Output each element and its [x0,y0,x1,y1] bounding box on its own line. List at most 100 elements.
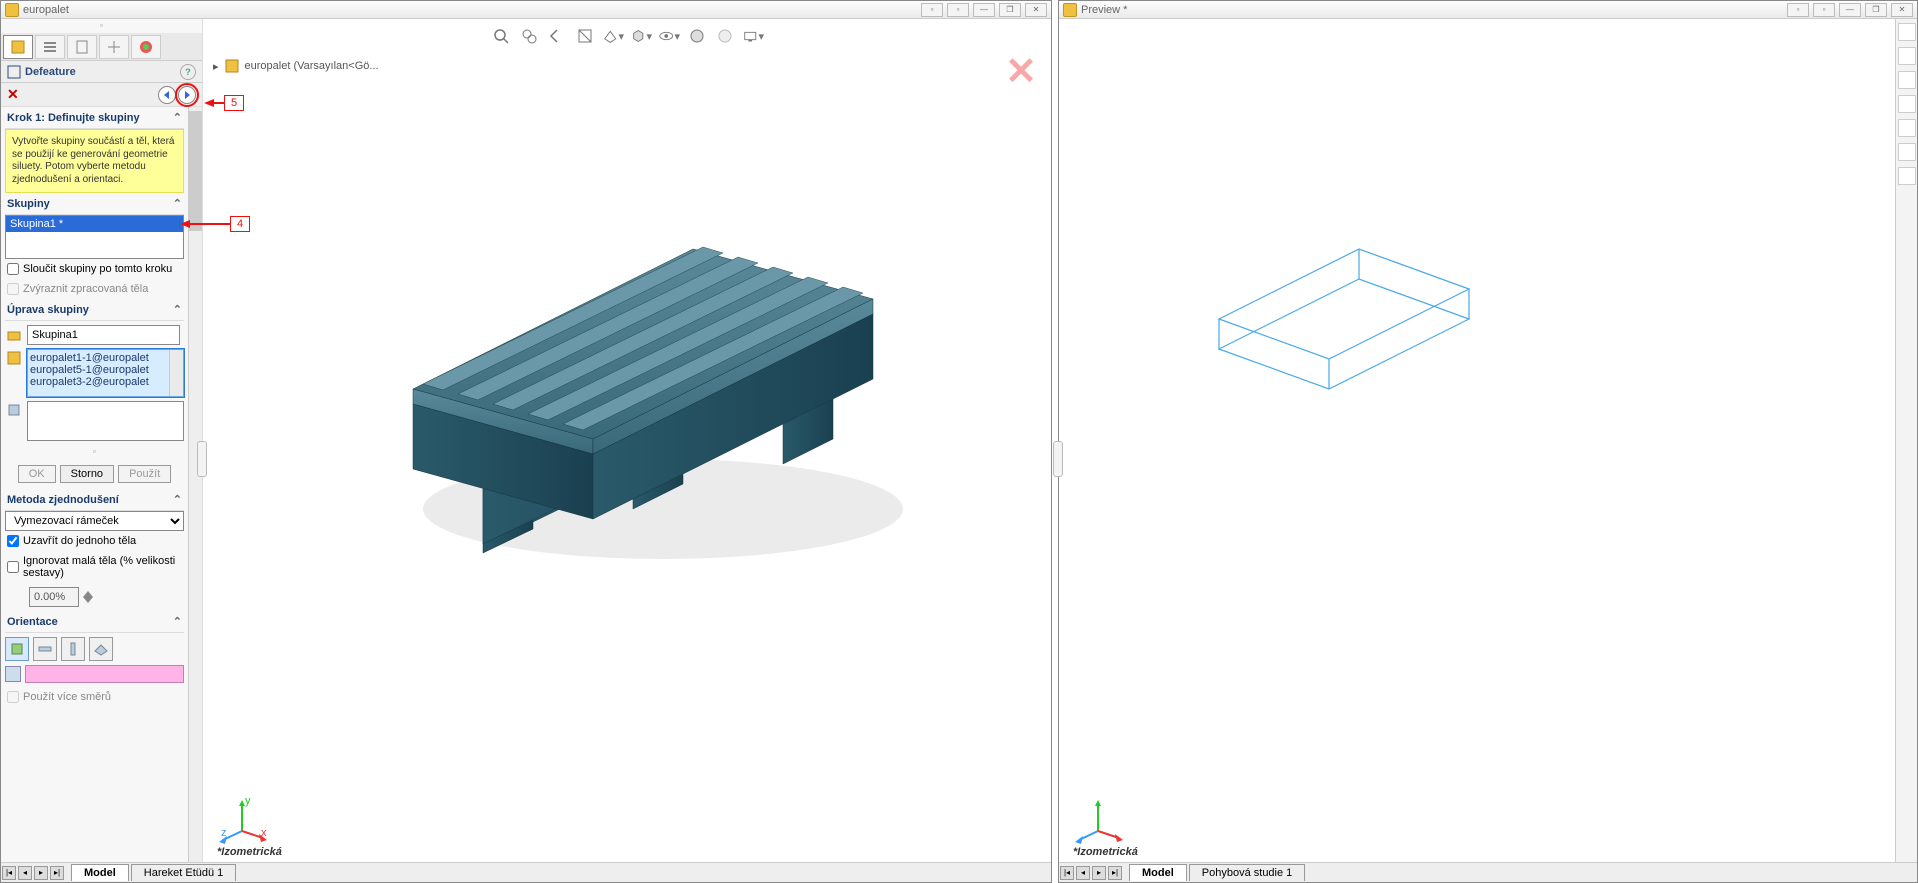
percent-spinner[interactable] [83,591,93,603]
tab-first-button[interactable]: |◂ [2,866,16,880]
main-titlebar: europalet ▫ ▫ — ❐ ✕ [1,1,1051,19]
tab-appearance[interactable] [131,35,161,59]
tab-dim[interactable] [99,35,129,59]
next-step-button[interactable] [178,86,196,104]
tab-next-button[interactable]: ▸ [34,866,48,880]
help-button[interactable]: ? [180,64,196,80]
collapse-icon: ⌃ [173,111,182,124]
highlight-bodies-checkbox [7,283,19,295]
ignore-small-checkbox[interactable] [7,561,19,573]
breadcrumb-text: europalet (Varsayılan<Gö... [245,60,379,72]
orient-x-button[interactable] [33,637,57,661]
close-button[interactable]: ✕ [1025,3,1047,17]
prev-view-icon[interactable] [546,25,568,47]
merge-groups-row[interactable]: Sloučit skupiny po tomto kroku [5,259,184,279]
percent-input[interactable] [29,587,79,607]
groups-header[interactable]: Skupiny ⌃ [5,193,184,215]
bodies-list[interactable] [27,401,184,441]
svg-text:x: x [261,827,267,839]
home-icon[interactable] [1898,23,1916,41]
edit-appearance-icon[interactable] [686,25,708,47]
control-row: ✕ [1,83,202,107]
preview-titlebar: Preview * ▫ ▫ — ❐ ✕ [1059,1,1917,19]
zoom-area-icon[interactable] [518,25,540,47]
step1-header[interactable]: Krok 1: Definujte skupiny ⌃ [5,107,184,129]
method-select[interactable]: Vymezovací rámeček [5,511,184,531]
close-one-body-row[interactable]: Uzavřít do jednoho těla [5,531,184,551]
tab-next-button[interactable]: ▸ [1092,866,1106,880]
tab-last-button[interactable]: ▸| [50,866,64,880]
apply-scene-icon[interactable] [714,25,736,47]
prev-step-button[interactable] [158,86,176,104]
breadcrumb[interactable]: ▸ europalet (Varsayılan<Gö... [213,59,379,73]
ignore-small-row[interactable]: Ignorovat malá těla (% velikosti sestavy… [5,551,184,583]
tab-last-button[interactable]: ▸| [1108,866,1122,880]
tab-model[interactable]: Model [71,864,129,881]
tab-feature-manager[interactable] [3,35,33,59]
tab-property-list[interactable] [35,35,65,59]
main-3d-view[interactable]: ▾ ▾ ▾ ▾ ▸ europalet (Varsayılan<Gö... ✕ [203,19,1051,862]
tab-prev-button[interactable]: ◂ [18,866,32,880]
collapse-icon: ⌃ [173,493,182,506]
components-list[interactable]: europalet1-1@europalet europalet5-1@euro… [27,349,184,397]
appearances-icon[interactable] [1898,119,1916,137]
maximize-button[interactable]: ❐ [1865,3,1887,17]
forum-icon[interactable] [1898,167,1916,185]
orient-auto-button[interactable] [5,637,29,661]
panel-grabber[interactable] [1053,441,1063,477]
main-window: europalet ▫ ▫ — ❐ ✕ ◦ [0,0,1052,883]
tab-motion-study[interactable]: Pohybová studie 1 [1189,864,1306,881]
groupedit-header[interactable]: Úprava skupiny ⌃ [5,299,184,321]
win-btn-2[interactable]: ▫ [1813,3,1835,17]
zoom-fit-icon[interactable] [490,25,512,47]
view-settings-icon[interactable]: ▾ [742,25,764,47]
orient-z-button[interactable] [89,637,113,661]
cancel-x-button[interactable]: ✕ [7,86,19,103]
preview-3d-view[interactable]: *Izometrická [1059,19,1895,862]
preview-bottom-tabs: |◂ ◂ ▸ ▸| Model Pohybová studie 1 [1059,862,1917,882]
component-item[interactable]: europalet3-2@europalet [30,376,181,388]
svg-text:z: z [221,827,227,839]
close-one-body-checkbox[interactable] [7,535,19,547]
use-more-dirs-checkbox [7,691,19,703]
win-btn-1[interactable]: ▫ [1787,3,1809,17]
minimize-button[interactable]: — [973,3,995,17]
tab-model[interactable]: Model [1129,864,1187,881]
library-icon[interactable] [1898,71,1916,89]
tab-first-button[interactable]: |◂ [1060,866,1074,880]
panel-grabber[interactable] [197,441,207,477]
view-palette-icon[interactable] [1898,95,1916,113]
groups-list[interactable]: Skupina1 * [5,215,184,259]
tab-config[interactable] [67,35,97,59]
group-item-selected[interactable]: Skupina1 * [6,216,183,232]
close-preview-button[interactable]: ✕ [1005,49,1037,94]
component-item[interactable]: europalet1-1@europalet [30,352,181,364]
tab-prev-button[interactable]: ◂ [1076,866,1090,880]
orient-color-swatch[interactable] [25,665,184,683]
minimize-button[interactable]: — [1839,3,1861,17]
win-btn-2[interactable]: ▫ [947,3,969,17]
method-header[interactable]: Metoda zjednodušení ⌃ [5,489,184,511]
merge-groups-checkbox[interactable] [7,263,19,275]
collapse-icon: ⌃ [173,615,182,628]
close-button[interactable]: ✕ [1891,3,1913,17]
maximize-button[interactable]: ❐ [999,3,1021,17]
orient-header[interactable]: Orientace ⌃ [5,611,184,633]
main-bottom-tabs: |◂ ◂ ▸ ▸| Model Hareket Etüdü 1 [1,862,1051,882]
storno-button[interactable]: Storno [60,465,114,483]
view-orient-icon[interactable]: ▾ [602,25,624,47]
resources-icon[interactable] [1898,47,1916,65]
components-scrollbar[interactable] [169,350,183,396]
display-style-icon[interactable]: ▾ [630,25,652,47]
panel-handle[interactable]: ◦ [1,19,202,33]
win-btn-1[interactable]: ▫ [921,3,943,17]
hide-show-icon[interactable]: ▾ [658,25,680,47]
component-item[interactable]: europalet5-1@europalet [30,364,181,376]
section-view-icon[interactable] [574,25,596,47]
tab-motion-study[interactable]: Hareket Etüdü 1 [131,864,237,881]
panel-scroll[interactable]: Krok 1: Definujte skupiny ⌃ Vytvořte sku… [1,107,188,862]
custom-props-icon[interactable] [1898,143,1916,161]
orient-y-button[interactable] [61,637,85,661]
group-name-input[interactable] [27,325,180,345]
main-title: europalet [23,4,921,16]
